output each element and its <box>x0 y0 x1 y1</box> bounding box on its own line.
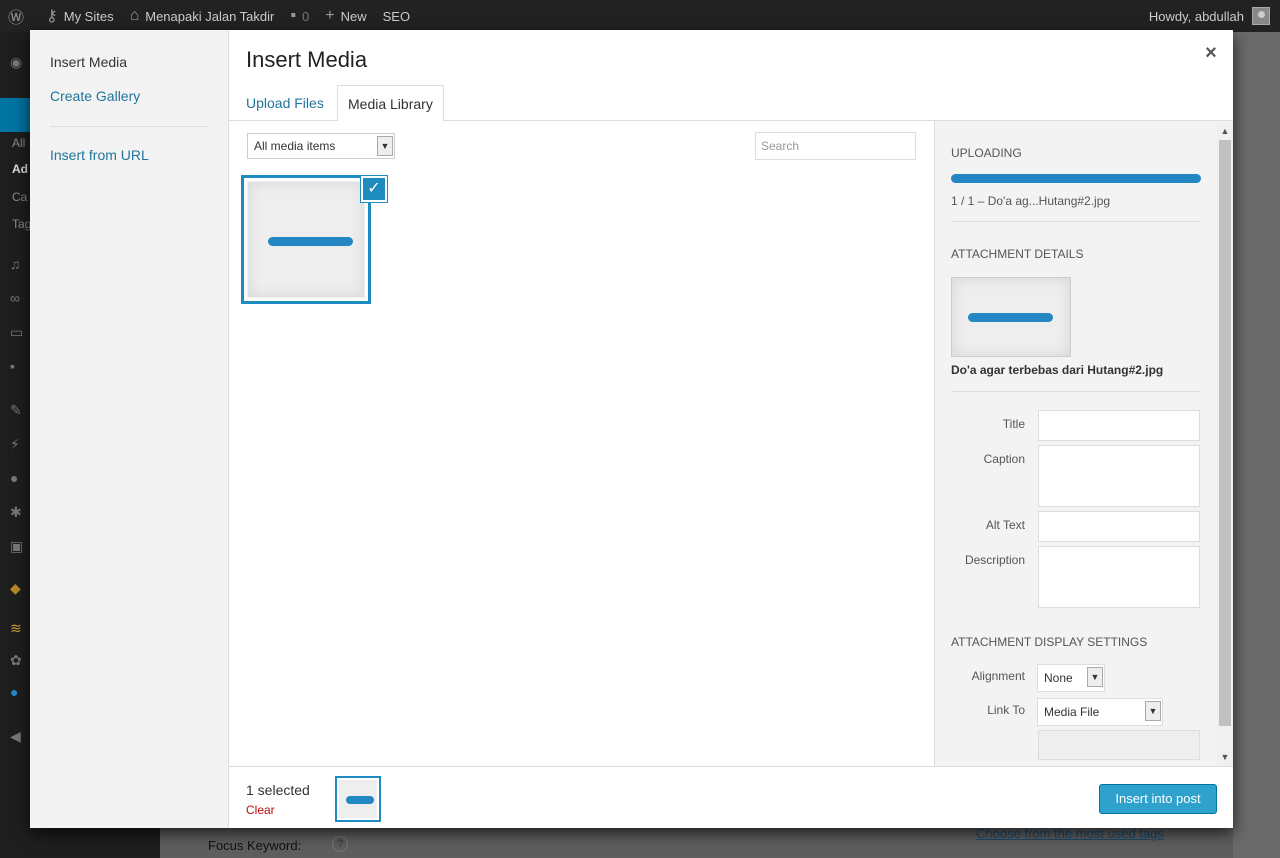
pages-icon: ▭ <box>10 324 24 340</box>
alt-text-field[interactable] <box>1038 511 1200 542</box>
selection-count: 1 selected <box>246 782 310 798</box>
seo-link[interactable]: SEO <box>375 0 418 32</box>
help-icon: ? <box>332 836 348 852</box>
comment-icon: ▪ <box>290 7 297 24</box>
uploading-heading: Uploading <box>951 146 1022 160</box>
media-filter-select[interactable]: All media items ▼ <box>247 133 395 159</box>
modal-title: Insert Media <box>246 47 368 72</box>
chevron-down-icon: ▼ <box>1087 667 1103 687</box>
site-name-link[interactable]: ⌂ Menapaki Jalan Takdir <box>122 0 283 32</box>
menu-item-add: Ad <box>12 162 28 176</box>
focus-keyword-label: Focus Keyword: <box>208 838 302 853</box>
plugins-icon: ⚡ <box>10 436 20 452</box>
chevron-down-icon: ▼ <box>377 136 393 156</box>
caption-label: Caption <box>983 452 1025 466</box>
close-icon[interactable]: × <box>1200 42 1222 64</box>
modal-toolbar: 1 selected Clear Insert into post <box>229 766 1233 828</box>
dashboard-icon: ◉ <box>10 54 23 70</box>
collapse-icon: ◀ <box>10 728 21 744</box>
upload-progress-bar <box>951 174 1201 183</box>
menu-item-categories: Ca <box>12 190 28 204</box>
attachment-details-heading: Attachment Details <box>951 247 1084 261</box>
menu-insert-from-url[interactable]: Insert from URL <box>50 147 149 163</box>
link-to-label: Link To <box>987 703 1025 717</box>
title-field[interactable] <box>1038 410 1200 441</box>
plugin-icon: ◆ <box>10 580 21 596</box>
account-menu[interactable]: Howdy, abdullah <box>1149 7 1280 25</box>
tab-media-library[interactable]: Media Library <box>337 85 444 122</box>
tools-icon: ✱ <box>10 504 22 520</box>
menu-insert-media[interactable]: Insert Media <box>50 54 127 70</box>
admin-bar: Ⓦ ⚷ My Sites ⌂ Menapaki Jalan Takdir ▪ 0 + N… <box>0 0 1280 32</box>
scroll-up-icon[interactable]: ▲ <box>1217 124 1233 138</box>
scroll-down-icon[interactable]: ▼ <box>1217 750 1233 764</box>
thumbnail-image <box>268 237 353 246</box>
wifi-icon: ≋ <box>10 620 22 636</box>
link-to-select[interactable]: Media File ▼ <box>1037 698 1163 726</box>
scrollbar-thumb[interactable] <box>1219 140 1231 726</box>
pin-icon <box>0 98 30 132</box>
thumbnail-preview <box>248 182 364 297</box>
new-content-link[interactable]: + New <box>317 0 374 32</box>
avatar <box>1252 7 1270 25</box>
checkmark-icon[interactable]: ✓ <box>361 176 387 202</box>
sidebar-separator <box>951 391 1201 392</box>
attachment-thumbnail[interactable]: ✓ <box>241 175 387 304</box>
description-label: Description <box>964 553 1025 567</box>
sidebar-separator <box>951 221 1201 222</box>
comments-icon: ▪ <box>10 358 15 374</box>
attachment-sidebar: Uploading 1 / 1 – Do'a ag...Hutang#2.jpg… <box>934 121 1233 766</box>
menu-create-gallery[interactable]: Create Gallery <box>50 88 140 104</box>
choose-tags-link: Choose from the most used tags <box>976 826 1164 841</box>
plus-icon: + <box>325 7 335 24</box>
link-url-field <box>1038 730 1200 760</box>
alignment-label: Alignment <box>971 669 1025 683</box>
tab-upload-files[interactable]: Upload Files <box>236 85 334 121</box>
alignment-select[interactable]: None ▼ <box>1037 664 1105 692</box>
users-icon: ● <box>10 470 19 486</box>
title-label: Title <box>1002 417 1025 431</box>
caption-field[interactable] <box>1038 445 1200 507</box>
appearance-icon: ✎ <box>10 402 22 418</box>
menu-item-all: All <box>12 136 26 150</box>
link-icon: ∞ <box>10 290 20 306</box>
gear-icon: ✿ <box>10 652 22 668</box>
comments-link[interactable]: ▪ 0 <box>282 0 317 32</box>
insert-media-modal: Insert Media Create Gallery Insert from … <box>30 30 1233 828</box>
media-icon: ♫ <box>10 256 21 272</box>
modal-menu: Insert Media Create Gallery Insert from … <box>30 30 229 828</box>
attachment-filename: Do'a agar terbebas dari Hutang#2.jpg <box>951 363 1164 377</box>
selected-attachment-thumbnail[interactable] <box>335 776 381 822</box>
search-input[interactable]: Search <box>755 132 916 160</box>
attachment-preview-image <box>968 313 1053 322</box>
menu-item-tags: Tag <box>12 217 32 231</box>
menu-separator <box>50 126 208 127</box>
upload-info: 1 / 1 – Do'a ag...Hutang#2.jpg <box>951 194 1111 208</box>
my-sites-link[interactable]: ⚷ My Sites <box>38 0 122 32</box>
display-settings-heading: Attachment Display Settings <box>951 635 1148 649</box>
insert-into-post-button[interactable]: Insert into post <box>1099 784 1217 814</box>
sidebar-scrollbar[interactable]: ▲ ▼ <box>1217 122 1233 766</box>
alt-text-label: Alt Text <box>985 518 1025 532</box>
check-circle-icon: ● <box>10 684 19 700</box>
clear-selection-link[interactable]: Clear <box>246 803 275 817</box>
settings-icon: ▣ <box>10 538 24 554</box>
media-browser: All media items ▼ Search ✓ <box>229 121 934 766</box>
backdrop-strip <box>1233 32 1280 858</box>
home-icon: ⌂ <box>129 7 140 24</box>
attachment-preview <box>951 277 1071 357</box>
selected-attachment-image <box>346 796 374 804</box>
modal-tabs: Upload Files Media Library <box>229 85 1233 122</box>
wordpress-logo-icon[interactable]: Ⓦ <box>0 0 38 32</box>
key-icon: ⚷ <box>46 8 58 25</box>
description-field[interactable] <box>1038 546 1200 608</box>
chevron-down-icon: ▼ <box>1145 701 1161 721</box>
